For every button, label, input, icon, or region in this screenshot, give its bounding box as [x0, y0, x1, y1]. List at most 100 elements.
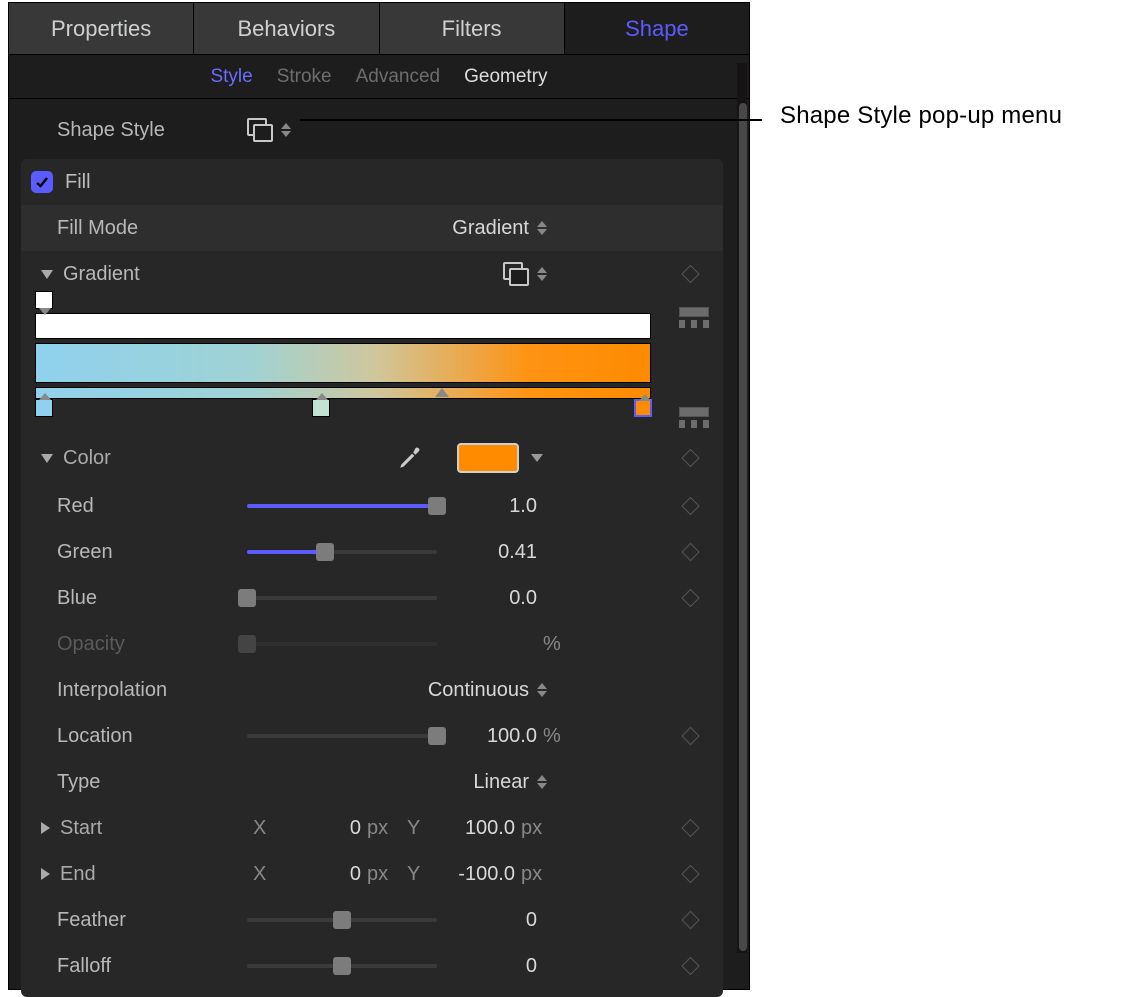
interpolation-label: Interpolation — [57, 679, 247, 702]
type-popup[interactable]: Linear — [247, 771, 723, 794]
gradient-disclosure-icon[interactable] — [41, 270, 53, 279]
green-slider[interactable] — [247, 543, 437, 561]
subtab-advanced[interactable]: Advanced — [356, 66, 441, 88]
gradient-color-bar[interactable] — [35, 387, 651, 399]
blue-slider[interactable] — [247, 589, 437, 607]
fill-mode-label: Fill Mode — [57, 217, 247, 240]
start-keyframe-icon[interactable] — [681, 819, 699, 837]
eyedropper-icon[interactable] — [397, 445, 423, 471]
color-keyframe-icon[interactable] — [681, 449, 699, 467]
red-row: Red 1.0 — [21, 483, 723, 529]
gradient-preset-icon[interactable] — [503, 262, 529, 286]
shape-style-row: Shape Style — [21, 107, 723, 153]
shape-subtabs: Style Stroke Advanced Geometry — [9, 55, 749, 99]
green-label: Green — [57, 541, 247, 564]
gradient-side-icons — [679, 307, 709, 443]
red-slider[interactable] — [247, 497, 437, 515]
start-disclosure-icon[interactable] — [41, 822, 50, 834]
callout-label: Shape Style pop-up menu — [780, 102, 1062, 130]
color-stop-1[interactable] — [35, 399, 53, 417]
tab-shape[interactable]: Shape — [565, 3, 749, 54]
color-row: Color — [21, 433, 723, 483]
location-value[interactable]: 100.0 — [437, 725, 537, 748]
gradient-row: Gradient — [21, 251, 723, 297]
opacity-row: Opacity % — [21, 621, 723, 667]
chevron-down-icon[interactable] — [531, 454, 543, 462]
start-y-unit: px — [515, 817, 561, 840]
shape-style-preset-icon[interactable] — [247, 118, 273, 142]
tab-behaviors[interactable]: Behaviors — [194, 3, 379, 54]
fill-section: Fill Fill Mode Gradient Gradient — [21, 159, 723, 997]
end-row: End X 0 px Y -100.0 px — [21, 851, 723, 897]
end-label: End — [60, 863, 96, 886]
tab-filters[interactable]: Filters — [380, 3, 565, 54]
midpoint-handle[interactable] — [435, 388, 449, 397]
callout-leader-line — [300, 119, 762, 121]
gradient-popup-arrows-icon[interactable] — [537, 267, 547, 281]
red-keyframe-icon[interactable] — [681, 497, 699, 515]
start-y-label: Y — [407, 817, 433, 840]
gradient-keyframe-icon[interactable] — [681, 265, 699, 283]
green-value[interactable]: 0.41 — [437, 541, 537, 564]
color-stop-3-selected[interactable] — [634, 399, 652, 417]
green-keyframe-icon[interactable] — [681, 543, 699, 561]
start-y-value[interactable]: 100.0 — [433, 817, 515, 840]
opacity-label: Opacity — [57, 633, 247, 656]
color-swatch[interactable] — [457, 443, 519, 473]
location-slider[interactable] — [247, 727, 437, 745]
location-unit: % — [537, 725, 577, 748]
blue-value[interactable]: 0.0 — [437, 587, 537, 610]
fill-mode-row: Fill Mode Gradient — [21, 205, 723, 251]
fill-mode-value: Gradient — [452, 217, 529, 240]
red-label: Red — [57, 495, 247, 518]
fill-mode-popup[interactable]: Gradient — [247, 217, 723, 240]
start-x-label: X — [253, 817, 279, 840]
end-y-value[interactable]: -100.0 — [433, 863, 515, 886]
tab-properties[interactable]: Properties — [9, 3, 194, 54]
type-value: Linear — [473, 771, 529, 794]
location-keyframe-icon[interactable] — [681, 727, 699, 745]
type-label: Type — [57, 771, 247, 794]
feather-slider[interactable] — [247, 911, 437, 929]
falloff-keyframe-icon[interactable] — [681, 957, 699, 975]
updown-arrows-icon — [537, 221, 547, 235]
gradient-editor[interactable] — [21, 297, 723, 433]
updown-arrows-icon — [537, 775, 547, 789]
blue-keyframe-icon[interactable] — [681, 589, 699, 607]
subtab-style[interactable]: Style — [210, 66, 252, 88]
gradient-preview-bar[interactable] — [35, 343, 651, 383]
end-keyframe-icon[interactable] — [681, 865, 699, 883]
color-stop-2[interactable] — [312, 399, 330, 417]
interpolation-value: Continuous — [428, 679, 529, 702]
feather-value[interactable]: 0 — [437, 909, 537, 932]
color-disclosure-icon[interactable] — [41, 454, 53, 463]
opacity-unit: % — [537, 633, 577, 656]
interpolation-popup[interactable]: Continuous — [247, 679, 723, 702]
end-disclosure-icon[interactable] — [41, 868, 50, 880]
opacity-slider — [247, 635, 437, 653]
start-row: Start X 0 px Y 100.0 px — [21, 805, 723, 851]
falloff-value[interactable]: 0 — [437, 955, 537, 978]
end-x-unit: px — [361, 863, 407, 886]
shape-style-popup-arrows-icon[interactable] — [281, 123, 291, 137]
green-row: Green 0.41 — [21, 529, 723, 575]
inspector-tabs: Properties Behaviors Filters Shape — [9, 3, 749, 55]
blue-label: Blue — [57, 587, 247, 610]
opacity-stop-handle[interactable] — [35, 291, 53, 309]
gradient-label: Gradient — [63, 263, 503, 286]
opacity-bar[interactable] — [35, 313, 651, 339]
distribute-opacity-icon[interactable] — [679, 307, 709, 343]
gradient-stops — [35, 399, 651, 425]
end-x-value[interactable]: 0 — [279, 863, 361, 886]
feather-label: Feather — [57, 909, 247, 932]
fill-checkbox[interactable] — [31, 171, 53, 193]
feather-keyframe-icon[interactable] — [681, 911, 699, 929]
subtab-geometry[interactable]: Geometry — [464, 66, 547, 88]
subtab-stroke[interactable]: Stroke — [277, 66, 332, 88]
scrollbar-thumb[interactable] — [739, 103, 747, 951]
type-row: Type Linear — [21, 759, 723, 805]
falloff-slider[interactable] — [247, 957, 437, 975]
start-x-value[interactable]: 0 — [279, 817, 361, 840]
location-label: Location — [57, 725, 247, 748]
red-value[interactable]: 1.0 — [437, 495, 537, 518]
